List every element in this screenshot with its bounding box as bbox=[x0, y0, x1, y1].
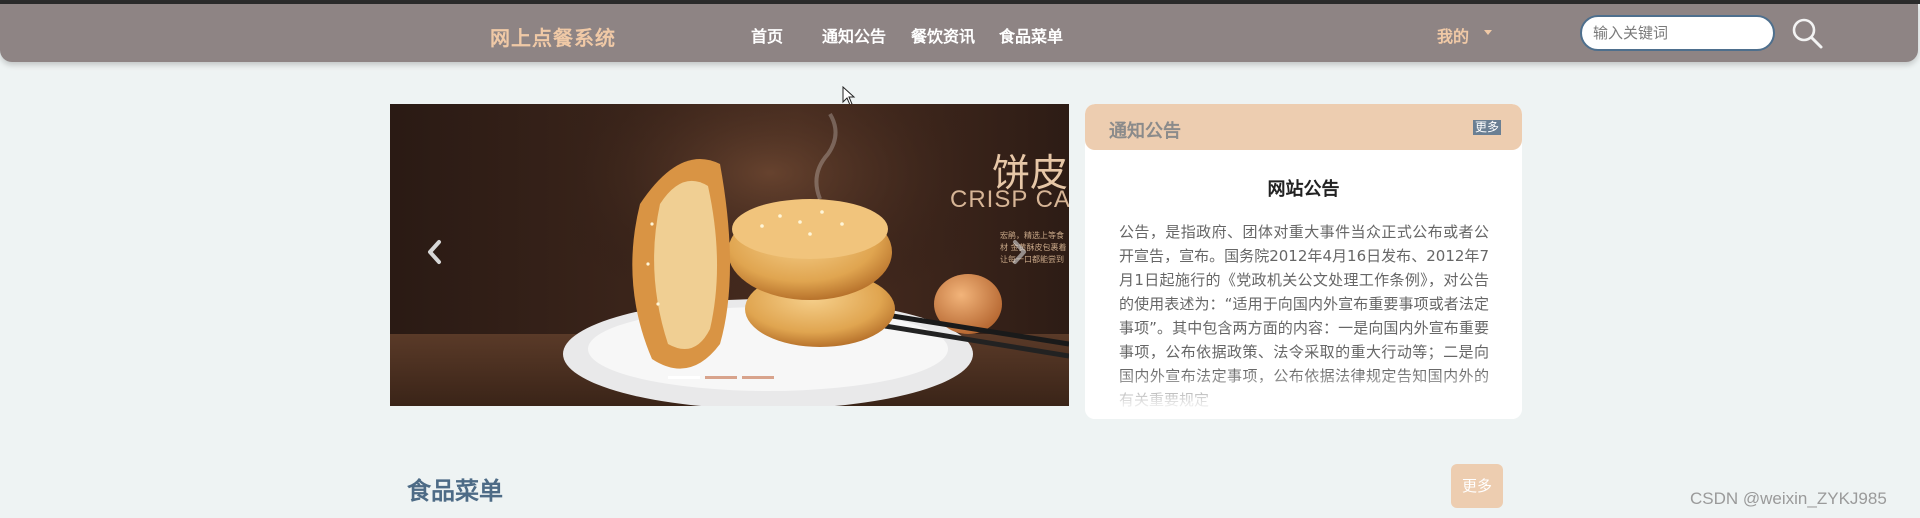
notice-more-button[interactable]: 更多 bbox=[1473, 120, 1502, 135]
user-menu[interactable]: 我的 bbox=[1437, 23, 1469, 47]
notice-fade-overlay bbox=[1085, 369, 1522, 419]
notice-panel-title: 通知公告 bbox=[1109, 121, 1181, 142]
notice-panel: 通知公告 更多 网站公告 公告，是指政府、团体对重大事件当众正式公布或者公开宣告… bbox=[1085, 104, 1522, 419]
carousel-indicator-2[interactable] bbox=[705, 376, 737, 379]
chevron-down-icon[interactable] bbox=[1484, 30, 1492, 35]
site-brand[interactable]: 网上点餐系统 bbox=[490, 22, 616, 51]
slide-subtitle: CRISP CAKE bbox=[950, 186, 1069, 213]
watermark: CSDN @weixin_ZYKJ985 bbox=[1690, 489, 1887, 508]
pastry-image bbox=[563, 104, 1069, 406]
carousel-indicator-3[interactable] bbox=[742, 376, 774, 379]
mouse-cursor-icon bbox=[842, 86, 856, 106]
notice-title[interactable]: 网站公告 bbox=[1085, 175, 1522, 201]
search-input[interactable] bbox=[1580, 15, 1775, 51]
food-menu-section-title: 食品菜单 bbox=[407, 477, 503, 505]
notice-panel-header: 通知公告 更多 bbox=[1085, 104, 1522, 150]
top-navbar: 网上点餐系统 首页 通知公告 餐饮资讯 食品菜单 我的 bbox=[0, 4, 1918, 62]
carousel-indicator-1[interactable] bbox=[668, 376, 700, 379]
chevron-left-icon[interactable] bbox=[420, 232, 450, 272]
nav-item-notices[interactable]: 通知公告 bbox=[822, 23, 886, 47]
nav-item-news[interactable]: 餐饮资讯 bbox=[911, 23, 975, 47]
nav-item-home[interactable]: 首页 bbox=[751, 23, 783, 47]
search-icon[interactable] bbox=[1790, 16, 1824, 50]
nav-item-food-menu[interactable]: 食品菜单 bbox=[999, 23, 1063, 47]
food-menu-more-button[interactable]: 更多 bbox=[1451, 464, 1503, 508]
chevron-right-icon[interactable] bbox=[1004, 232, 1034, 272]
image-carousel[interactable]: 饼皮酥 CRISP CAKE 宏鹃，精选上等食材 金黄酥皮包裹着 让每一口都能尝… bbox=[390, 104, 1069, 406]
